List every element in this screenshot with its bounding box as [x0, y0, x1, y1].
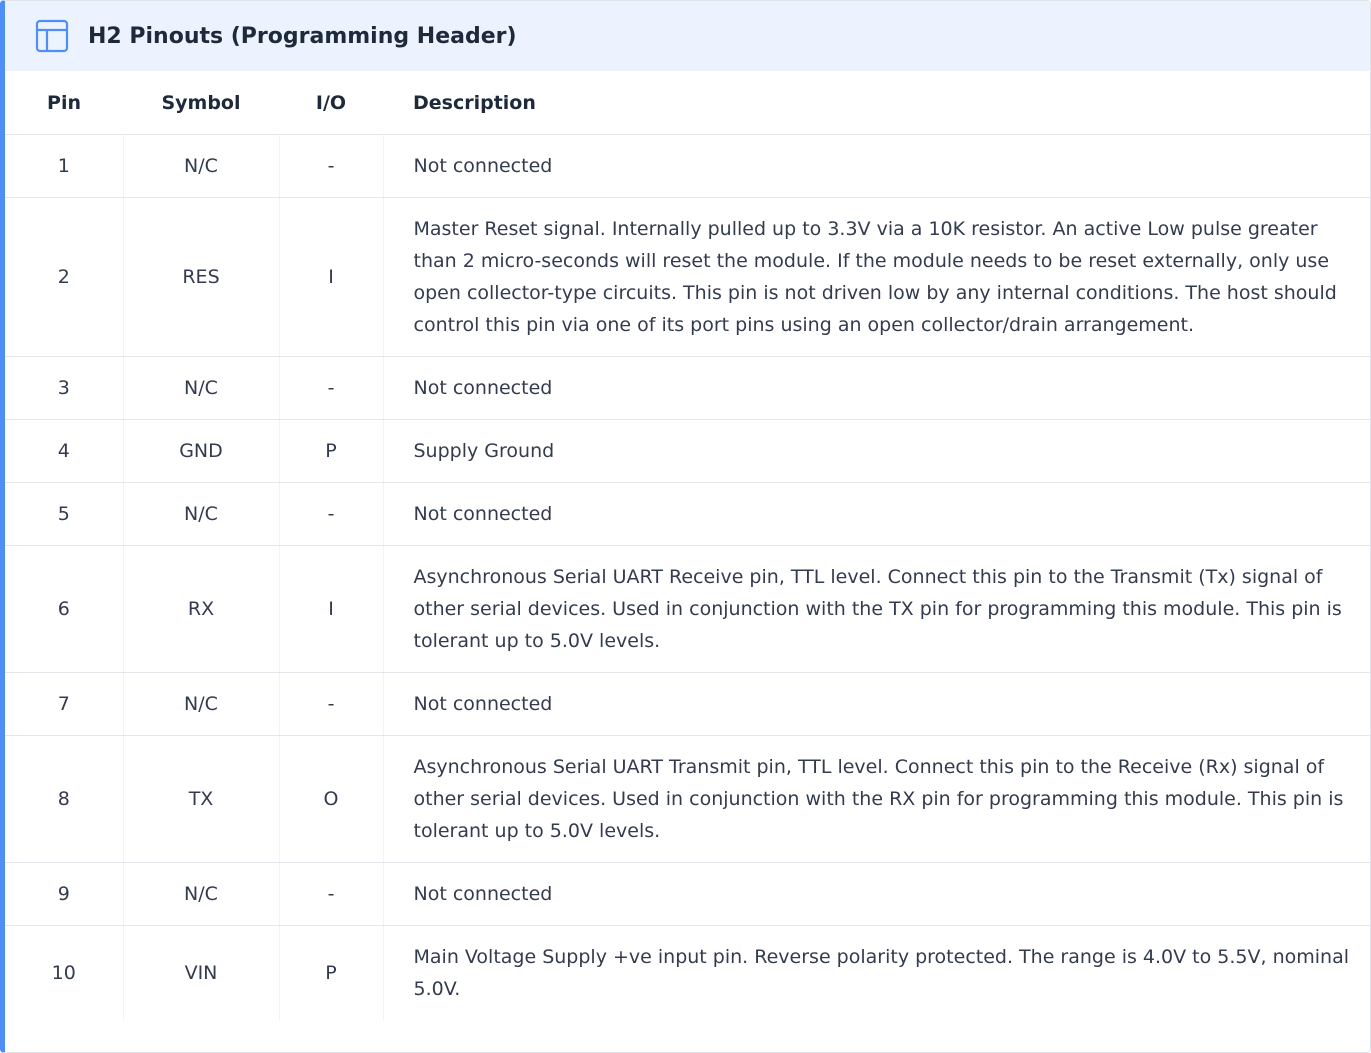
io-cell: P	[279, 419, 384, 483]
io-cell: -	[279, 356, 384, 420]
symbol-cell: N/C	[123, 482, 280, 546]
description-cell: Asynchronous Serial UART Receive pin, TT…	[383, 545, 1370, 673]
table-row: 1 N/C - Not connected	[5, 134, 1370, 198]
table-row: 10 VIN P Main Voltage Supply +ve input p…	[5, 925, 1370, 1020]
symbol-cell: N/C	[123, 672, 280, 736]
symbol-cell: VIN	[123, 925, 280, 1020]
pin-cell: 9	[5, 862, 124, 926]
symbol-cell: N/C	[123, 356, 280, 420]
pin-cell: 4	[5, 419, 124, 483]
description-cell: Supply Ground	[383, 419, 1370, 483]
pin-cell: 7	[5, 672, 124, 736]
pin-cell: 1	[5, 134, 124, 198]
table-row: 9 N/C - Not connected	[5, 862, 1370, 926]
description-cell: Master Reset signal. Internally pulled u…	[383, 197, 1370, 357]
table-row: 7 N/C - Not connected	[5, 672, 1370, 736]
description-cell: Not connected	[383, 356, 1370, 420]
symbol-cell: N/C	[123, 134, 280, 198]
column-header-description: Description	[383, 71, 1370, 135]
description-cell: Main Voltage Supply +ve input pin. Rever…	[413, 946, 1350, 1000]
io-cell: I	[279, 545, 384, 673]
pin-cell: 10	[5, 925, 124, 1020]
pinout-table-card: H2 Pinouts (Programming Header) Pin Symb…	[0, 0, 1371, 1053]
column-header-symbol: Symbol	[123, 71, 279, 135]
description-cell: Asynchronous Serial UART Transmit pin, T…	[383, 735, 1370, 863]
column-header-pin: Pin	[5, 71, 123, 135]
pin-cell: 2	[5, 197, 124, 357]
pin-cell: 6	[5, 545, 124, 673]
symbol-cell: N/C	[123, 862, 280, 926]
io-cell: -	[279, 862, 384, 926]
description-cell: Not connected	[383, 672, 1370, 736]
table-row: 5 N/C - Not connected	[5, 482, 1370, 546]
table-row: 4 GND P Supply Ground	[5, 419, 1370, 483]
io-cell: I	[279, 197, 384, 357]
description-cell: Not connected	[383, 862, 1370, 926]
io-cell: -	[279, 482, 384, 546]
description-cell: Not connected	[383, 482, 1370, 546]
io-cell: P	[279, 925, 384, 1020]
symbol-cell: GND	[123, 419, 280, 483]
pin-cell: 3	[5, 356, 124, 420]
table-row: 8 TX O Asynchronous Serial UART Transmit…	[5, 735, 1370, 863]
table-header-bar: H2 Pinouts (Programming Header)	[5, 1, 1370, 71]
symbol-cell: RX	[123, 545, 280, 673]
table-icon	[35, 19, 69, 53]
pinout-table: Pin Symbol I/O Description 1 N/C - Not c…	[5, 71, 1370, 1020]
io-cell: O	[279, 735, 384, 863]
table-title: H2 Pinouts (Programming Header)	[88, 23, 517, 49]
table-row: 6 RX I Asynchronous Serial UART Receive …	[5, 545, 1370, 673]
table-row: 3 N/C - Not connected	[5, 356, 1370, 420]
column-header-io: I/O	[279, 71, 383, 135]
pin-cell: 8	[5, 735, 124, 863]
table-row: 2 RES I Master Reset signal. Internally …	[5, 197, 1370, 357]
description-cell: Not connected	[383, 134, 1370, 198]
symbol-cell: TX	[123, 735, 280, 863]
table-header-row: Pin Symbol I/O Description	[5, 71, 1370, 135]
symbol-cell: RES	[123, 197, 280, 357]
pin-cell: 5	[5, 482, 124, 546]
io-cell: -	[279, 672, 384, 736]
io-cell: -	[279, 134, 384, 198]
